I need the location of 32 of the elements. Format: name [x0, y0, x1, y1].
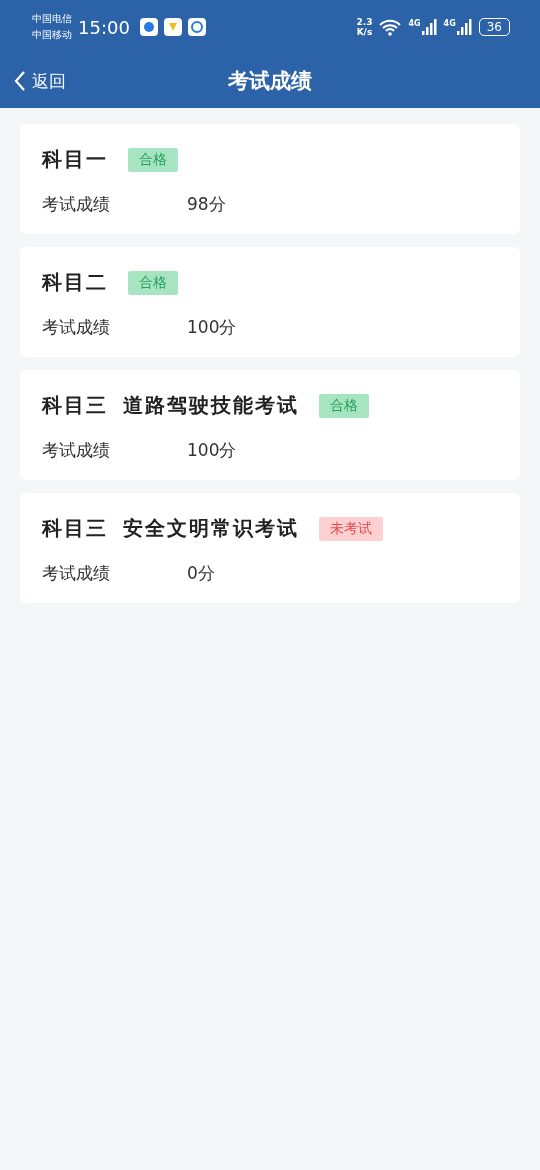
battery-level: 36	[478, 18, 510, 36]
signal-icon	[456, 19, 473, 35]
subject-title: 科目一	[42, 146, 108, 173]
score-value: 100分	[187, 316, 237, 339]
subject-title: 科目二	[42, 269, 108, 296]
app-icon	[187, 18, 206, 36]
score-label: 考试成绩	[42, 316, 111, 339]
score-label: 考试成绩	[42, 439, 111, 462]
network-type: 4G	[443, 19, 456, 28]
wifi-icon	[378, 18, 403, 36]
carrier-name: 中国移动	[32, 28, 72, 42]
status-badge: 合格	[318, 393, 369, 418]
page-title: 考试成绩	[228, 69, 312, 93]
back-icon	[14, 70, 26, 92]
app-icon	[163, 18, 182, 36]
status-badge: 未考试	[318, 516, 383, 541]
back-button[interactable]: 返回	[14, 69, 66, 93]
score-value: 0分	[187, 562, 215, 585]
subject-title: 科目三 安全文明常识考试	[42, 515, 299, 542]
network-speed: 2.3 K/s	[356, 17, 373, 37]
status-badge: 合格	[128, 147, 178, 172]
score-value: 100分	[187, 439, 237, 462]
subject-title: 科目三 道路驾驶技能考试	[42, 392, 299, 419]
app-icon	[139, 18, 158, 36]
network-type: 4G	[408, 19, 421, 28]
clock: 15:00	[78, 16, 130, 38]
score-label: 考试成绩	[42, 193, 111, 216]
score-value: 98分	[187, 193, 226, 216]
status-badge: 合格	[128, 270, 178, 295]
carrier-name: 中国电信	[32, 12, 72, 26]
signal-icon	[421, 19, 438, 35]
score-label: 考试成绩	[42, 562, 111, 585]
